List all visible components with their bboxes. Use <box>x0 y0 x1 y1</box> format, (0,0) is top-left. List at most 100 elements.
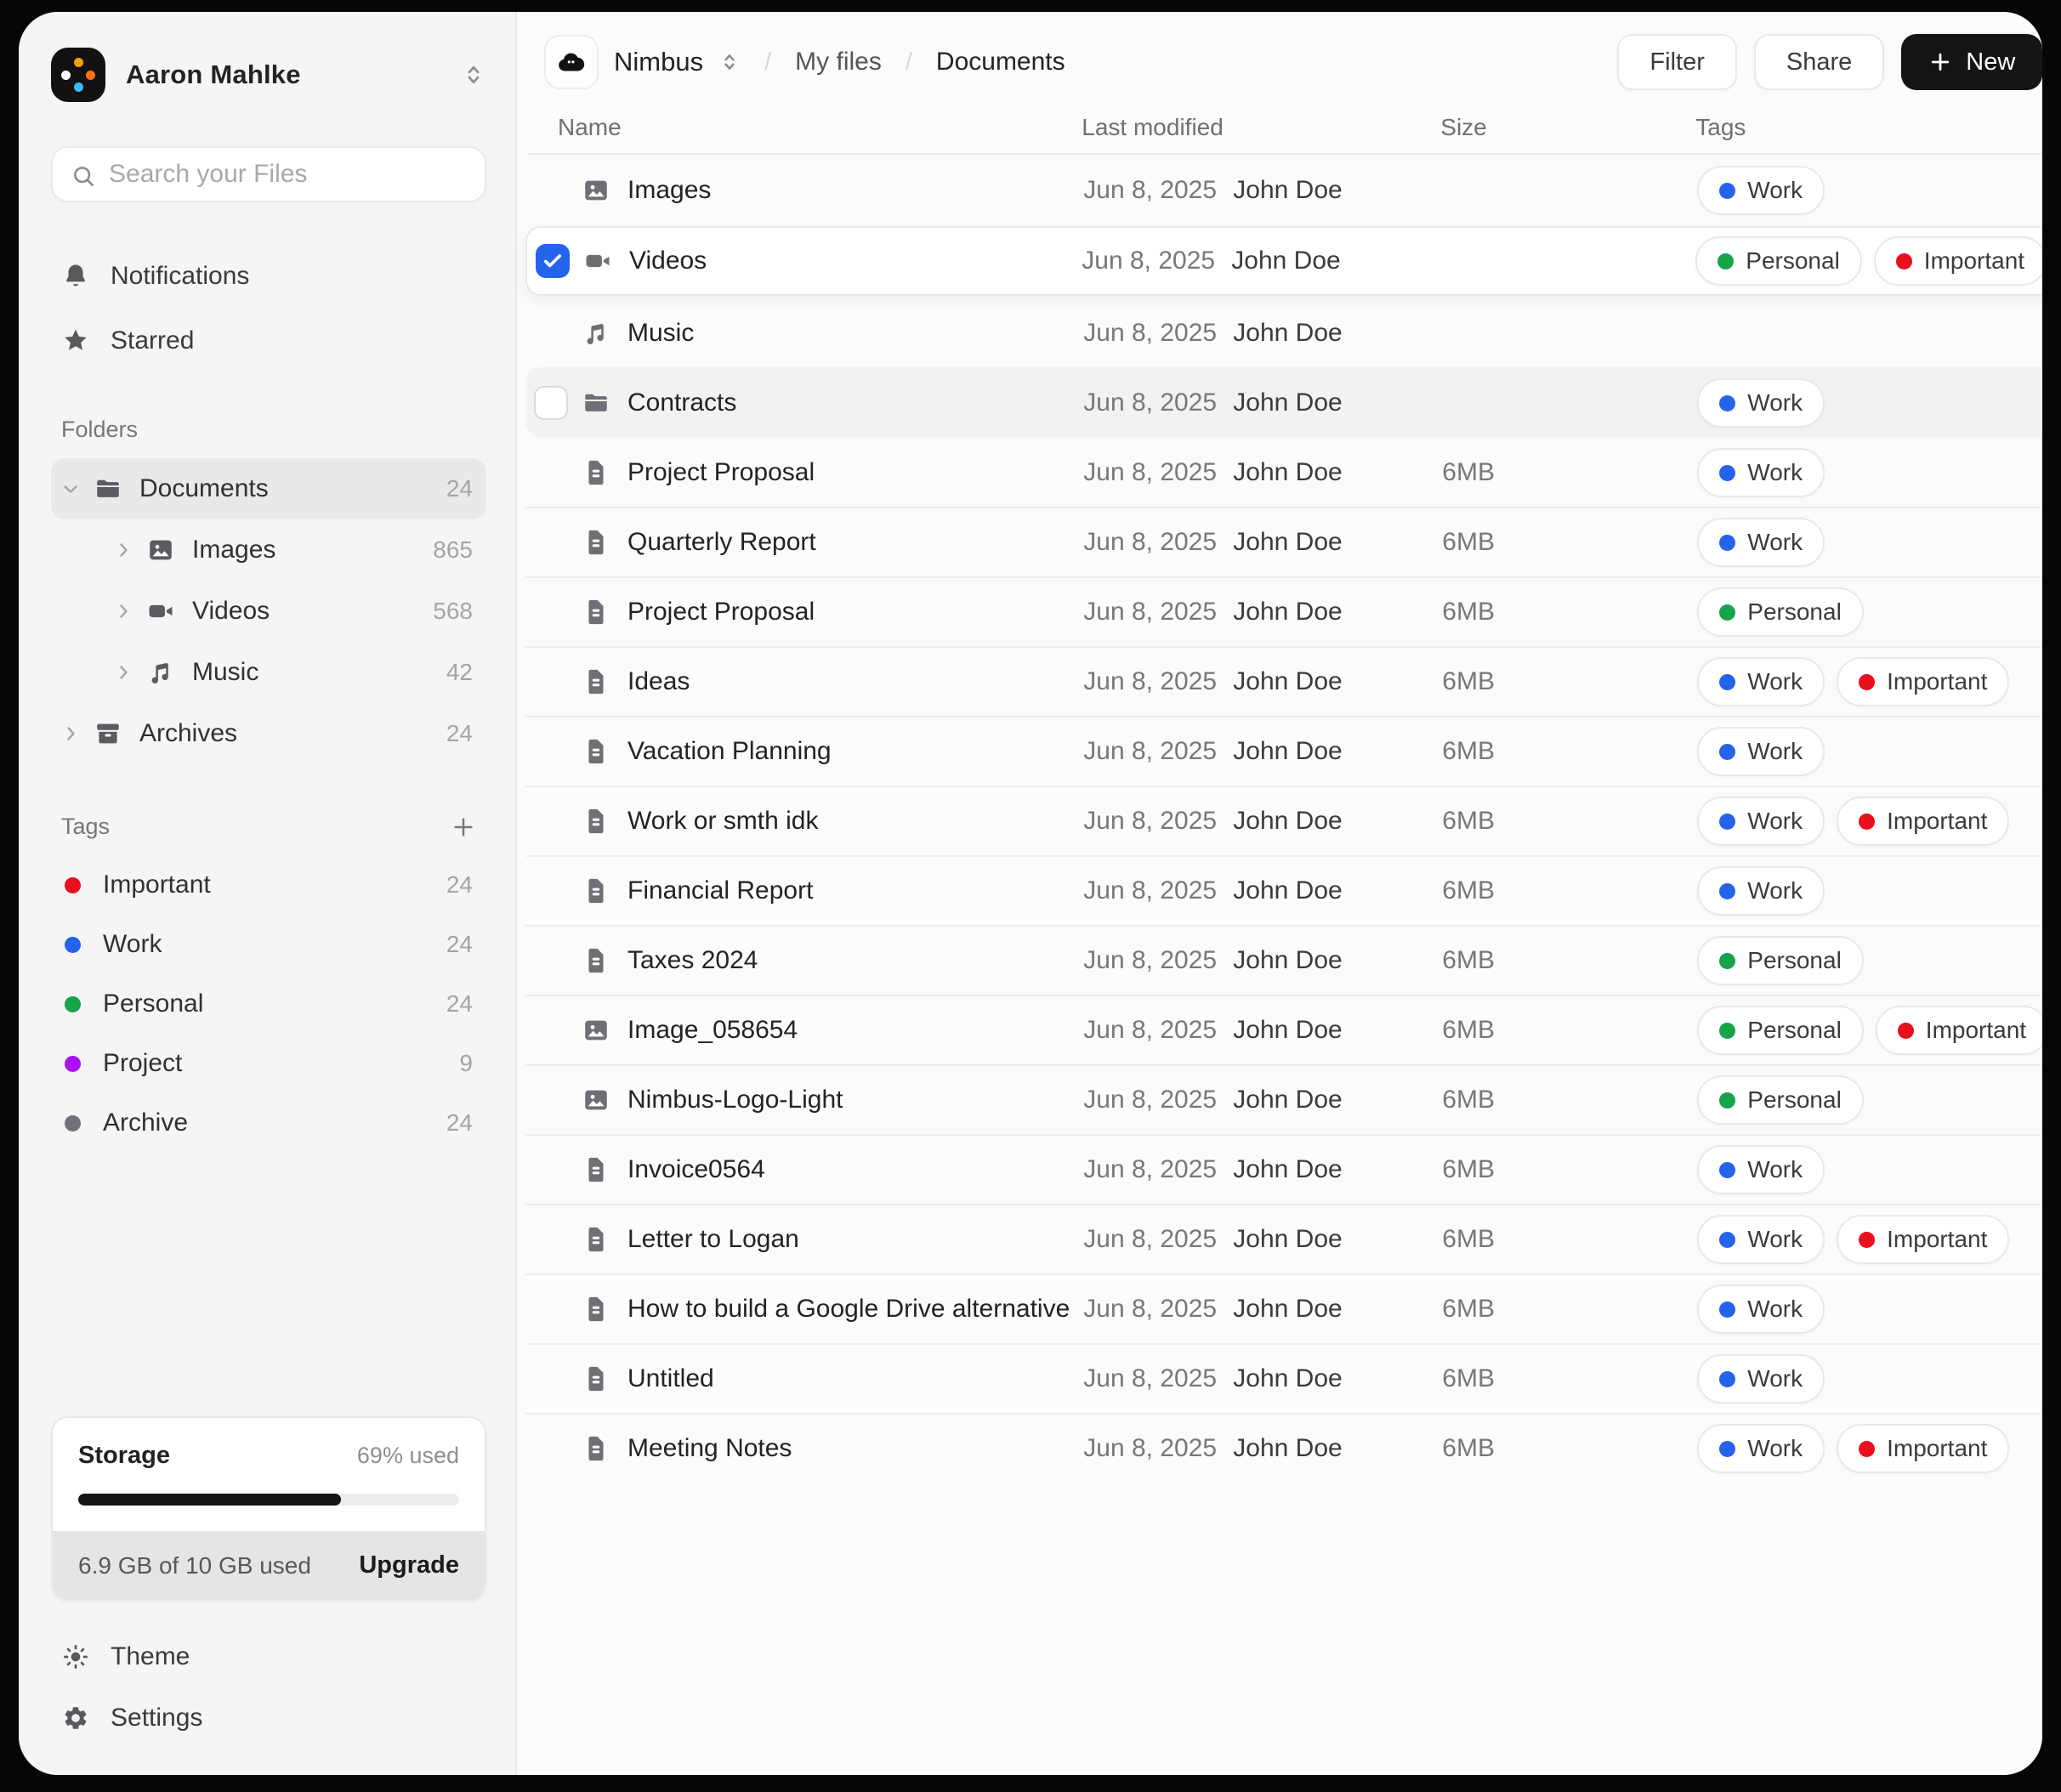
table-row[interactable]: Untitled Jun 8, 2025 John Doe 6MB Work <box>525 1343 2042 1413</box>
cloud-logo-icon <box>555 46 588 78</box>
upgrade-button[interactable]: Upgrade <box>359 1551 459 1579</box>
gear-icon <box>61 1704 90 1732</box>
file-name: Financial Report <box>627 876 1083 905</box>
tag-count: 24 <box>446 871 473 899</box>
filter-button[interactable]: Filter <box>1617 34 1736 90</box>
chevron-updown-icon[interactable] <box>461 62 486 88</box>
table-row[interactable]: Nimbus-Logo-Light Jun 8, 2025 John Doe 6… <box>525 1064 2042 1134</box>
table-row[interactable]: Music Jun 8, 2025 John Doe <box>525 298 2042 367</box>
breadcrumb-current: Documents <box>936 48 1065 77</box>
file-name: Project Proposal <box>627 598 1083 627</box>
file-name: Quarterly Report <box>627 528 1083 557</box>
tag-dot <box>1896 253 1912 269</box>
sidebar-folder-archives[interactable]: Archives 24 <box>51 703 486 764</box>
chevron-right-icon[interactable] <box>112 601 134 621</box>
sidebar-item-settings[interactable]: Settings <box>51 1692 486 1744</box>
avatar-petal <box>61 71 71 80</box>
file-name: Untitled <box>627 1364 1083 1393</box>
tag-pill-label: Work <box>1747 668 1803 695</box>
nimbus-logo[interactable] <box>544 35 599 89</box>
add-tag-icon[interactable] <box>451 814 476 840</box>
tag-label: Personal <box>103 990 446 1018</box>
file-date: Jun 8, 2025 <box>1083 388 1233 417</box>
sidebar-folder-music[interactable]: Music 42 <box>104 642 486 703</box>
table-row[interactable]: Project Proposal Jun 8, 2025 John Doe 6M… <box>525 576 2042 646</box>
search-input[interactable] <box>51 146 486 202</box>
sidebar-tag-project[interactable]: Project 9 <box>51 1034 486 1093</box>
sidebar-folder-videos[interactable]: Videos 568 <box>104 581 486 642</box>
table-row[interactable]: Project Proposal Jun 8, 2025 John Doe 6M… <box>525 437 2042 507</box>
account-switcher[interactable]: Aaron Mahlke <box>51 48 486 102</box>
chevron-right-icon[interactable] <box>112 662 134 683</box>
sidebar-tag-archive[interactable]: Archive 24 <box>51 1093 486 1153</box>
file-owner: John Doe <box>1233 807 1442 836</box>
table-row[interactable]: How to build a Google Drive alternative … <box>525 1273 2042 1343</box>
file-date: Jun 8, 2025 <box>1083 807 1233 836</box>
table-row[interactable]: Taxes 2024 Jun 8, 2025 John Doe 6MB Pers… <box>525 925 2042 995</box>
table-row[interactable]: Quarterly Report Jun 8, 2025 John Doe 6M… <box>525 507 2042 576</box>
file-size: 6MB <box>1442 1086 1697 1114</box>
table-row[interactable]: Financial Report Jun 8, 2025 John Doe 6M… <box>525 855 2042 925</box>
row-checkbox[interactable] <box>534 386 568 420</box>
sidebar-folder-documents[interactable]: Documents 24 <box>51 458 486 519</box>
new-button[interactable]: New <box>1901 34 2042 90</box>
table-row[interactable]: Images Jun 8, 2025 John Doe Work <box>525 155 2042 224</box>
breadcrumb-app[interactable]: Nimbus <box>614 47 703 77</box>
table-row[interactable]: Videos Jun 8, 2025 John Doe Personal Imp… <box>525 226 2042 296</box>
chevron-right-icon[interactable] <box>112 540 134 560</box>
new-button-label: New <box>1966 48 2015 77</box>
main-header: Nimbus / My files / Documents Filter Sha… <box>525 12 2042 109</box>
tag-pill-work: Work <box>1697 866 1825 916</box>
chevron-updown-icon[interactable] <box>718 51 741 73</box>
file-icon <box>580 667 612 696</box>
tag-pill-label: Personal <box>1746 247 1840 275</box>
table-row[interactable]: Contracts Jun 8, 2025 John Doe Work <box>525 367 2042 437</box>
file-date: Jun 8, 2025 <box>1083 1086 1233 1114</box>
file-name: Letter to Logan <box>627 1225 1083 1254</box>
file-owner: John Doe <box>1233 176 1442 205</box>
table-row[interactable]: Work or smth idk Jun 8, 2025 John Doe 6M… <box>525 785 2042 855</box>
table-row[interactable]: Vacation Planning Jun 8, 2025 John Doe 6… <box>525 716 2042 785</box>
tag-pill-personal: Personal <box>1697 1006 1864 1055</box>
file-date: Jun 8, 2025 <box>1083 667 1233 696</box>
tag-pill-personal: Personal <box>1697 1075 1864 1125</box>
sidebar-folder-images[interactable]: Images 865 <box>104 519 486 581</box>
sidebar-tag-important[interactable]: Important 24 <box>51 855 486 915</box>
avatar <box>51 48 105 102</box>
chevron-down-icon[interactable] <box>60 479 82 499</box>
folders-label: Folders <box>61 417 138 443</box>
file-date: Jun 8, 2025 <box>1083 1364 1233 1393</box>
table-row[interactable]: Meeting Notes Jun 8, 2025 John Doe 6MB W… <box>525 1413 2042 1483</box>
table-row[interactable]: Ideas Jun 8, 2025 John Doe 6MB Work Impo… <box>525 646 2042 716</box>
tag-pill-important: Important <box>1876 1006 2042 1055</box>
sidebar-item-starred[interactable]: Starred <box>51 315 486 367</box>
sidebar-item-notifications[interactable]: Notifications <box>51 250 486 303</box>
chevron-right-icon[interactable] <box>60 723 82 744</box>
sidebar-tag-work[interactable]: Work 24 <box>51 915 486 974</box>
tag-pill-label: Work <box>1747 808 1803 835</box>
storage-title: Storage <box>78 1442 170 1470</box>
share-button-label: Share <box>1786 48 1852 77</box>
tag-dot <box>1719 183 1735 199</box>
main-pane: Nimbus / My files / Documents Filter Sha… <box>517 12 2042 1775</box>
table-row[interactable]: Letter to Logan Jun 8, 2025 John Doe 6MB… <box>525 1204 2042 1273</box>
table-row[interactable]: Image_058654 Jun 8, 2025 John Doe 6MB Pe… <box>525 995 2042 1064</box>
tag-pill-work: Work <box>1697 1424 1825 1473</box>
tag-dot <box>1719 1023 1735 1039</box>
breadcrumb-my-files[interactable]: My files <box>795 48 882 77</box>
sidebar-tag-personal[interactable]: Personal 24 <box>51 974 486 1034</box>
sidebar-item-theme[interactable]: Theme <box>51 1630 486 1683</box>
file-list: Images Jun 8, 2025 John Doe Work Videos … <box>525 155 2042 1483</box>
folder-count: 568 <box>433 598 473 625</box>
file-size: 6MB <box>1442 667 1697 696</box>
file-date: Jun 8, 2025 <box>1083 1434 1233 1463</box>
tag-dot <box>1859 1441 1875 1457</box>
table-row[interactable]: Invoice0564 Jun 8, 2025 John Doe 6MB Wor… <box>525 1134 2042 1204</box>
search <box>51 146 486 202</box>
file-date: Jun 8, 2025 <box>1083 458 1233 487</box>
search-icon <box>70 162 97 190</box>
row-checkbox[interactable] <box>536 244 570 278</box>
file-owner: John Doe <box>1233 319 1442 348</box>
share-button[interactable]: Share <box>1754 34 1884 90</box>
tag-dot <box>65 996 81 1012</box>
